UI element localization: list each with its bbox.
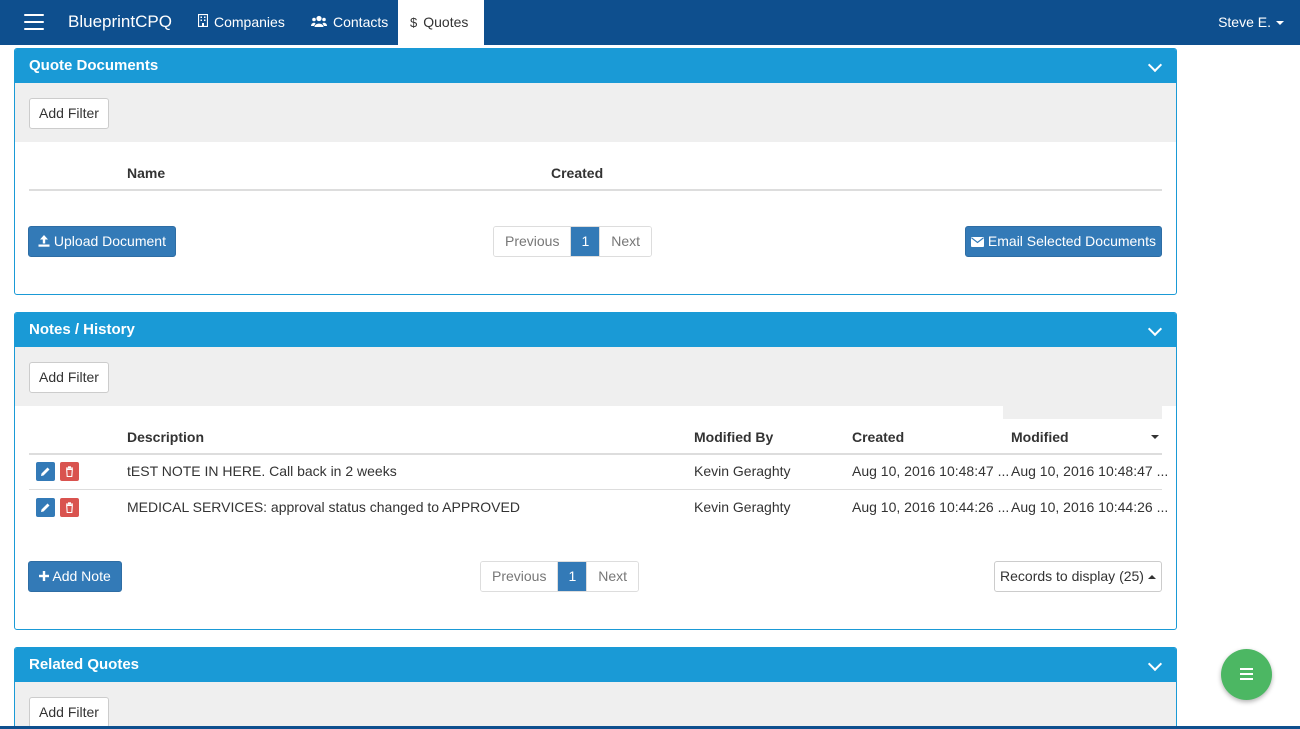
column-header-created[interactable]: Created xyxy=(551,165,603,181)
pencil-icon xyxy=(41,503,50,512)
table-header-divider xyxy=(29,189,1162,191)
pagination-previous[interactable]: Previous xyxy=(494,227,571,256)
records-to-display-dropdown[interactable]: Records to display (25) xyxy=(994,561,1162,592)
column-header-created[interactable]: Created xyxy=(852,429,904,445)
user-menu[interactable]: Steve E. xyxy=(1218,0,1284,45)
nav-contacts-label: Contacts xyxy=(333,14,389,30)
add-filter-button[interactable]: Add Filter xyxy=(29,697,109,728)
upload-icon xyxy=(38,233,54,249)
cell-description: MEDICAL SERVICES: approval status change… xyxy=(127,499,520,515)
cell-description: tEST NOTE IN HERE. Call back in 2 weeks xyxy=(127,463,397,479)
email-selected-documents-button[interactable]: Email Selected Documents xyxy=(965,226,1162,257)
add-note-label: Add Note xyxy=(52,568,111,584)
cell-modified-by: Kevin Geraghty xyxy=(694,499,791,515)
envelope-icon xyxy=(971,233,988,249)
add-filter-button[interactable]: Add Filter xyxy=(29,362,109,393)
add-filter-button[interactable]: Add Filter xyxy=(29,98,109,129)
nav-quotes[interactable]: $ Quotes xyxy=(398,0,484,45)
related-quotes-title: Related Quotes xyxy=(29,656,140,673)
pencil-icon xyxy=(41,467,50,476)
brand-name[interactable]: BlueprintCPQ xyxy=(68,12,172,32)
upload-document-button[interactable]: Upload Document xyxy=(28,226,176,257)
floating-menu-button[interactable] xyxy=(1221,649,1272,700)
cell-created: Aug 10, 2016 10:48:47 ... xyxy=(852,463,1010,479)
table-header-divider xyxy=(29,453,1162,455)
pagination: Previous 1 Next xyxy=(480,561,640,592)
menu-lines-icon xyxy=(1240,673,1253,675)
column-header-modified[interactable]: Modified xyxy=(1011,429,1069,445)
cell-modified-by: Kevin Geraghty xyxy=(694,463,791,479)
top-navbar: BlueprintCPQ Companies Contacts $ Quotes … xyxy=(0,0,1300,45)
quote-documents-panel: Quote Documents Add Filter Name Created … xyxy=(14,48,1177,295)
filter-bar: Add Filter xyxy=(15,682,1176,729)
edit-note-button[interactable] xyxy=(36,462,55,481)
pagination-next[interactable]: Next xyxy=(599,227,652,256)
cell-modified: Aug 10, 2016 10:48:47 ... xyxy=(1011,463,1169,479)
quote-documents-title: Quote Documents xyxy=(29,57,159,74)
quote-documents-header[interactable]: Quote Documents xyxy=(15,49,1176,83)
caret-up-icon xyxy=(1147,575,1156,580)
cell-created: Aug 10, 2016 10:44:26 ... xyxy=(852,499,1010,515)
collapse-chevron-icon[interactable] xyxy=(1147,57,1163,73)
dollar-icon: $ xyxy=(410,15,418,30)
users-icon xyxy=(311,0,327,45)
delete-note-button[interactable] xyxy=(60,498,79,517)
plus-icon xyxy=(39,568,52,584)
column-header-modified-by[interactable]: Modified By xyxy=(694,429,773,445)
records-to-display-label: Records to display (25) xyxy=(1000,568,1144,584)
trash-icon xyxy=(66,466,73,477)
notes-history-panel: Notes / History Add Filter Description M… xyxy=(14,312,1177,630)
pagination-next[interactable]: Next xyxy=(586,562,639,591)
upload-document-label: Upload Document xyxy=(53,233,166,249)
related-quotes-panel: Related Quotes Add Filter xyxy=(14,647,1177,729)
add-note-button[interactable]: Add Note xyxy=(28,561,122,592)
menu-lines-icon xyxy=(1240,678,1253,680)
user-name: Steve E. xyxy=(1218,14,1271,30)
sort-caret-icon[interactable] xyxy=(1151,435,1159,439)
trash-icon xyxy=(66,502,73,513)
hamburger-menu-icon[interactable] xyxy=(24,14,44,30)
menu-lines-icon xyxy=(1240,668,1253,670)
notes-history-header[interactable]: Notes / History xyxy=(15,313,1176,347)
pagination: Previous 1 Next xyxy=(493,226,653,257)
nav-quotes-label: Quotes xyxy=(423,14,469,30)
edit-note-button[interactable] xyxy=(36,498,55,517)
sorted-column-highlight xyxy=(1003,385,1162,419)
nav-contacts[interactable]: Contacts xyxy=(300,0,399,45)
row-divider xyxy=(29,489,1162,490)
collapse-chevron-icon[interactable] xyxy=(1147,321,1163,337)
column-header-description[interactable]: Description xyxy=(127,429,204,445)
collapse-chevron-icon[interactable] xyxy=(1147,656,1163,672)
nav-companies-label: Companies xyxy=(214,14,285,30)
column-header-name[interactable]: Name xyxy=(127,165,165,181)
cell-modified: Aug 10, 2016 10:44:26 ... xyxy=(1011,499,1169,515)
nav-companies[interactable]: Companies xyxy=(187,0,296,45)
caret-down-icon xyxy=(1276,21,1284,26)
notes-history-title: Notes / History xyxy=(29,321,135,338)
email-selected-documents-label: Email Selected Documents xyxy=(987,233,1156,249)
delete-note-button[interactable] xyxy=(60,462,79,481)
pagination-page[interactable]: 1 xyxy=(570,227,600,256)
related-quotes-header[interactable]: Related Quotes xyxy=(15,648,1176,682)
building-icon xyxy=(197,0,209,45)
filter-bar: Add Filter xyxy=(15,347,1176,406)
pagination-page[interactable]: 1 xyxy=(557,562,587,591)
filter-bar: Add Filter xyxy=(15,83,1176,142)
pagination-previous[interactable]: Previous xyxy=(481,562,558,591)
